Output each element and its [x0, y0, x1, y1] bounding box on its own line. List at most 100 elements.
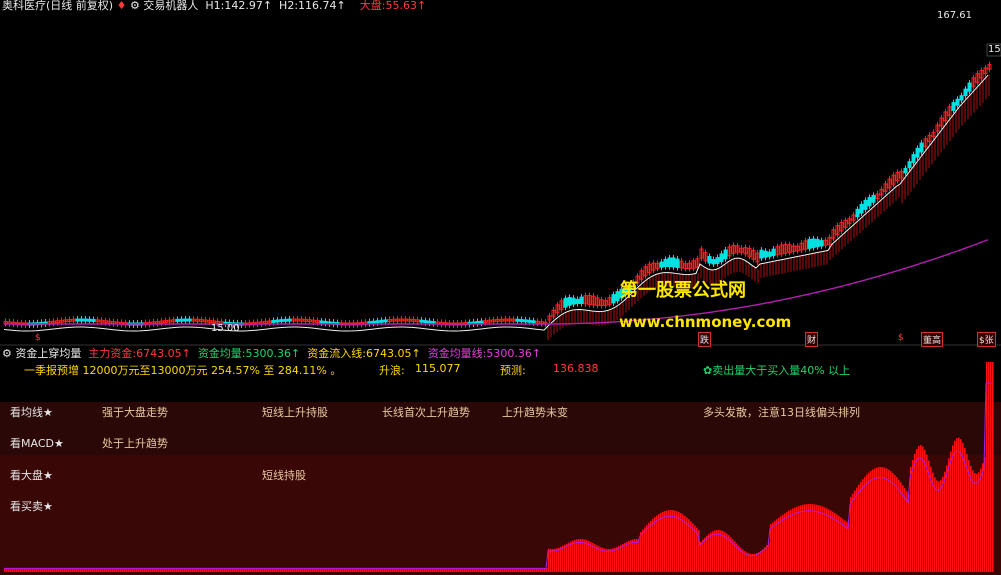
- event-tag[interactable]: $张: [977, 332, 996, 347]
- candle: [719, 253, 724, 263]
- histogram-bar: [704, 537, 706, 572]
- panel-cell: 多头发散，注意13日线偏头排列: [703, 406, 860, 419]
- histogram-bar: [584, 539, 586, 572]
- histogram-bar: [120, 568, 122, 572]
- marker-icon: ♦: [116, 0, 127, 12]
- histogram-bar: [664, 511, 666, 572]
- histogram-bar: [542, 568, 544, 572]
- candle: [611, 294, 616, 304]
- histogram-bar: [286, 568, 288, 572]
- panel-label-ma: 看均线★: [10, 406, 53, 419]
- histogram-bar: [352, 568, 354, 572]
- event-tag[interactable]: 跌: [698, 332, 712, 347]
- histogram-bar: [52, 568, 54, 572]
- histogram-bar: [566, 543, 568, 572]
- histogram-bar: [242, 568, 244, 572]
- sell-note: ✿卖出量大于买入量40% 以上: [703, 364, 851, 377]
- histogram-bar: [690, 521, 692, 572]
- sub-title[interactable]: 资金上穿均量: [15, 347, 81, 360]
- stock-name[interactable]: 奥科医疗(日线 前复权): [2, 0, 113, 12]
- histogram-bar: [320, 568, 322, 572]
- histogram-bar: [680, 513, 682, 572]
- histogram-bar: [560, 546, 562, 572]
- histogram-bar: [494, 568, 496, 572]
- event-tag[interactable]: $: [898, 333, 904, 343]
- histogram-bar: [430, 568, 432, 572]
- event-tag[interactable]: $: [35, 333, 41, 343]
- histogram-bar: [438, 568, 440, 572]
- histogram-bar: [420, 568, 422, 572]
- histogram-bar: [902, 485, 904, 572]
- histogram-bar: [186, 568, 188, 572]
- histogram-bar: [920, 445, 922, 572]
- histogram-bar: [940, 480, 942, 572]
- histogram-bar: [980, 468, 982, 572]
- candle: [87, 318, 92, 322]
- settings-icon[interactable]: ⚙: [2, 347, 12, 360]
- histogram-bar: [880, 467, 882, 572]
- candle: [867, 196, 872, 207]
- histogram-bar: [198, 568, 200, 572]
- histogram-bar: [686, 517, 688, 572]
- histogram-bar: [658, 514, 660, 572]
- histogram-bar: [874, 468, 876, 572]
- price-chart[interactable]: [0, 0, 1001, 345]
- histogram-bar: [986, 362, 988, 572]
- histogram-bar: [808, 504, 810, 572]
- histogram-bar: [926, 454, 928, 572]
- event-tag[interactable]: 财: [805, 332, 819, 347]
- histogram-bar: [8, 568, 10, 572]
- histogram-bar: [358, 568, 360, 572]
- histogram-bar: [596, 545, 598, 572]
- histogram-bar: [912, 460, 914, 572]
- histogram-bar: [706, 535, 708, 572]
- histogram-bar: [512, 568, 514, 572]
- histogram-bar: [330, 568, 332, 572]
- histogram-bar: [178, 568, 180, 572]
- histogram-bar: [268, 568, 270, 572]
- histogram-bar: [674, 510, 676, 572]
- histogram-bar: [256, 568, 258, 572]
- histogram-bar: [266, 568, 268, 572]
- histogram-bar: [376, 568, 378, 572]
- histogram-bar: [872, 469, 874, 572]
- histogram-bar: [294, 568, 296, 572]
- histogram-bar: [88, 568, 90, 572]
- histogram-bar: [870, 470, 872, 572]
- histogram-bar: [130, 568, 132, 572]
- histogram-bar: [428, 568, 430, 572]
- event-tag[interactable]: 董高: [921, 332, 944, 347]
- histogram-bar: [756, 553, 758, 572]
- histogram-bar: [380, 568, 382, 572]
- histogram-bar: [574, 539, 576, 572]
- candle: [563, 297, 568, 308]
- histogram-bar: [740, 547, 742, 572]
- histogram-bar: [612, 548, 614, 572]
- histogram-bar: [204, 568, 206, 572]
- histogram-bar: [38, 568, 40, 572]
- ma-line-white: [3, 74, 989, 332]
- histogram-bar: [228, 568, 230, 572]
- histogram-bar: [816, 504, 818, 572]
- candle: [91, 318, 96, 322]
- histogram-bar: [304, 568, 306, 572]
- histogram-bar: [910, 467, 912, 572]
- candle: [79, 318, 84, 322]
- histogram-bar: [72, 568, 74, 572]
- histogram-bar: [344, 568, 346, 572]
- histogram-bar: [96, 568, 98, 572]
- histogram-bar: [20, 568, 22, 572]
- candle: [963, 88, 968, 97]
- histogram-bar: [978, 472, 980, 572]
- histogram-bar: [104, 568, 106, 572]
- histogram-bar: [442, 568, 444, 572]
- candle: [907, 161, 912, 169]
- candle: [767, 251, 772, 257]
- histogram-bar: [676, 511, 678, 572]
- candle: [759, 249, 764, 259]
- histogram-bar: [822, 506, 824, 572]
- histogram-bar: [988, 362, 990, 572]
- histogram-bar: [56, 568, 58, 572]
- histogram-bar: [194, 568, 196, 572]
- indicator-name[interactable]: 交易机器人: [143, 0, 198, 12]
